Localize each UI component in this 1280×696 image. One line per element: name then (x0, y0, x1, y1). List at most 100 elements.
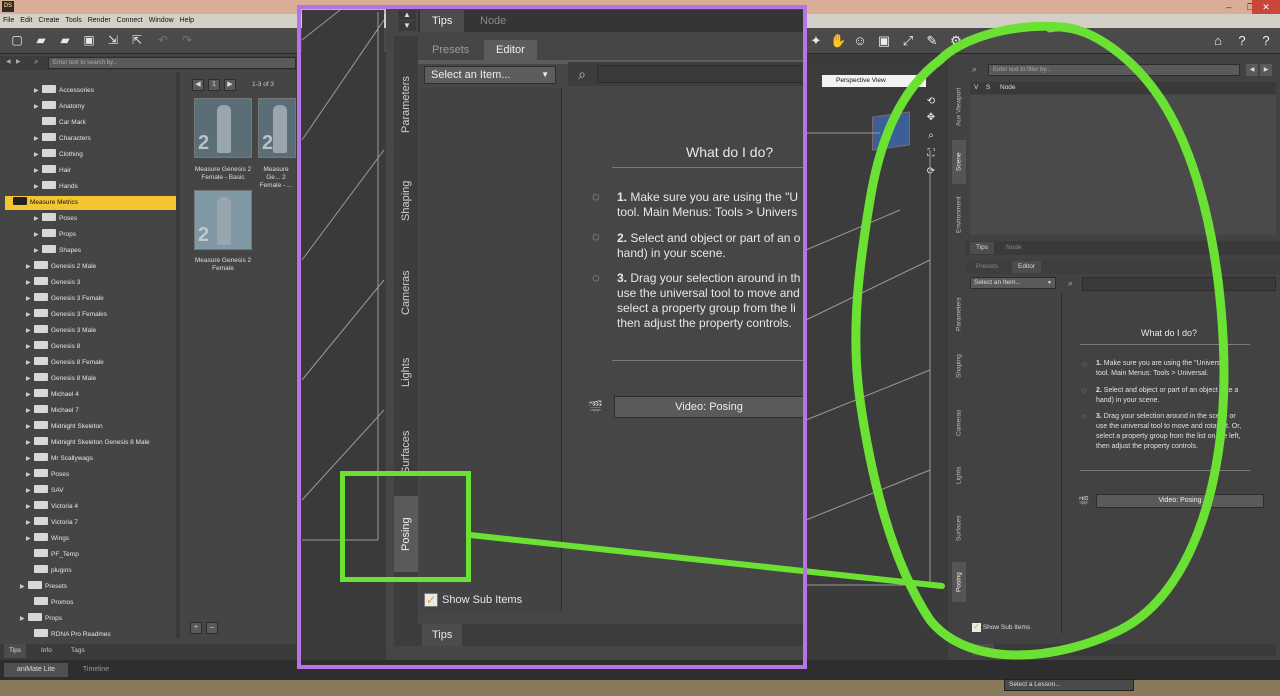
expand-arrow-icon[interactable]: ▶ (26, 404, 34, 418)
tree-item[interactable]: ▶ Midnight Skeleton Genesis 8 Male (26, 436, 150, 450)
expand-arrow-icon[interactable]: ▶ (26, 500, 34, 514)
tree-item[interactable]: ▶ Mr Scallywags (26, 452, 93, 466)
tree-item[interactable]: Promos (26, 596, 73, 610)
open-folder-icon[interactable]: ▰ (34, 33, 48, 47)
tab-posing[interactable]: Posing (394, 496, 418, 572)
tree-item[interactable]: ▶ Props (34, 228, 76, 242)
tab-lights[interactable]: Lights (394, 340, 418, 404)
import-icon[interactable]: ⇲ (106, 33, 120, 47)
tab-tips-bottom[interactable]: Tips (972, 644, 995, 656)
menu-file[interactable]: File (0, 14, 17, 28)
tree-item[interactable]: ▶ Genesis 2 Male (26, 260, 96, 274)
expand-arrow-icon[interactable]: ▶ (26, 388, 34, 402)
filter-next-icon[interactable]: ▶ (1260, 64, 1272, 76)
node-weight-icon[interactable]: ✦ (808, 33, 824, 49)
undo-icon[interactable]: ↶ (156, 33, 170, 47)
perspective-view-button[interactable]: Perspective View (822, 75, 926, 87)
export-icon[interactable]: ⇱ (130, 33, 144, 47)
pan-icon[interactable]: ✥ (925, 112, 937, 124)
filter-prev-icon[interactable]: ◀ (1246, 64, 1258, 76)
menu-create[interactable]: Create (35, 14, 62, 28)
scroll-up-icon[interactable]: ▲ (398, 10, 416, 20)
tree-item[interactable]: ▶ Genesis 3 (26, 276, 80, 290)
gear-icon[interactable]: ⚙ (948, 33, 964, 49)
tree-item[interactable]: ▶ Victoria 7 (26, 516, 78, 530)
tree-item[interactable]: ▶ Genesis 8 Female (26, 356, 104, 370)
expand-arrow-icon[interactable]: ▶ (26, 420, 34, 434)
tree-item[interactable]: ▶ Victoria 4 (26, 500, 78, 514)
tree-item[interactable]: ▶ Hands (34, 180, 78, 194)
scene-node-list[interactable] (970, 95, 1276, 235)
tab-tips[interactable]: Tips (4, 644, 27, 658)
tab-surfaces[interactable]: Surfaces (394, 412, 418, 492)
tab-editor[interactable]: Editor (484, 40, 537, 60)
menu-window[interactable]: Window (146, 14, 177, 28)
tree-item[interactable]: ▶ Genesis 3 Male (26, 324, 96, 338)
tab-cameras[interactable]: Cameras (394, 252, 418, 334)
orbit-icon[interactable]: ⟲ (925, 96, 937, 108)
region-nav-icon[interactable]: ⤢ (900, 33, 916, 49)
tab-tips-bottom[interactable]: Tips (422, 624, 463, 646)
tree-item[interactable]: Measure Metrics (5, 196, 176, 210)
home-icon[interactable]: ⌂ (1210, 33, 1226, 49)
tab-shaping[interactable]: Shaping (394, 160, 418, 242)
tree-scrollbar[interactable] (176, 72, 180, 638)
tab-shaping[interactable]: Shaping (952, 346, 966, 386)
thumbnail-measure-2[interactable]: 2 (258, 98, 296, 158)
property-group-list[interactable] (420, 88, 562, 612)
thumbnail-measure-basic[interactable]: 2 (194, 98, 252, 158)
whats-this-icon[interactable]: ? (1234, 33, 1250, 49)
figure-pose-icon[interactable]: ☺ (852, 33, 868, 49)
page-next-button[interactable]: ▶ (224, 79, 236, 91)
tree-item[interactable]: ▶ Genesis 8 Male (26, 372, 96, 386)
tab-editor[interactable]: Editor (1012, 261, 1041, 273)
frame-icon[interactable]: ⛶ (925, 148, 937, 160)
tab-info[interactable]: Info (36, 644, 57, 658)
expand-arrow-icon[interactable]: ▶ (34, 164, 42, 178)
tree-item[interactable]: ▶ Midnight Skeleton (26, 420, 103, 434)
expand-arrow-icon[interactable]: ▶ (34, 228, 42, 242)
tree-item[interactable]: ▶ SAV (26, 484, 64, 498)
tab-scene[interactable]: Scene (952, 140, 966, 184)
expand-arrow-icon[interactable]: ▶ (26, 452, 34, 466)
tree-item[interactable]: ▶ Shapes (34, 244, 81, 258)
tree-item[interactable]: Car Mark (34, 116, 86, 130)
show-sub-items-checkbox[interactable]: ✓ Show Sub Items (424, 593, 522, 607)
expand-arrow-icon[interactable]: ▶ (26, 532, 34, 546)
redo-icon[interactable]: ↷ (180, 33, 194, 47)
tab-parameters[interactable]: Parameters (394, 62, 418, 148)
menu-connect[interactable]: Connect (114, 14, 146, 28)
expand-arrow-icon[interactable]: ▶ (34, 84, 42, 98)
minimize-button[interactable]: – (1218, 0, 1240, 14)
expand-arrow-icon[interactable]: ▶ (26, 436, 34, 450)
tab-aux-viewport[interactable]: Aux Viewport (952, 76, 966, 138)
tree-item[interactable]: ▶ Wings (26, 532, 69, 546)
tree-item[interactable]: ▶ Genesis 3 Females (26, 308, 107, 322)
lesson-select-dropdown[interactable]: Select a Lesson... (1004, 679, 1134, 691)
reset-view-icon[interactable]: ⟳ (925, 166, 937, 178)
scene-filter-input[interactable]: Enter text to filter by... (988, 64, 1240, 76)
property-group-list[interactable] (968, 292, 1062, 634)
expand-arrow-icon[interactable]: ▶ (26, 484, 34, 498)
tree-item[interactable]: ▶ Hair (34, 164, 71, 178)
tab-tips[interactable]: Tips (420, 10, 465, 32)
merge-folder-icon[interactable]: ▰ (58, 33, 72, 47)
save-icon[interactable]: ▣ (82, 33, 96, 47)
tree-item[interactable]: ▶ Characters (34, 132, 91, 146)
tab-node[interactable]: Node (1000, 242, 1028, 254)
property-search-input[interactable] (1082, 277, 1276, 291)
expand-arrow-icon[interactable]: ▶ (34, 148, 42, 162)
menu-help[interactable]: Help (177, 14, 197, 28)
forward-icon[interactable]: ▶ (16, 58, 21, 65)
tab-surfaces[interactable]: Surfaces (952, 506, 966, 550)
view-cube[interactable] (872, 111, 910, 151)
expand-arrow-icon[interactable]: ▶ (20, 612, 28, 626)
expand-arrow-icon[interactable]: ▶ (26, 276, 34, 290)
tree-item[interactable]: ▶ Genesis 8 (26, 340, 80, 354)
show-sub-items-checkbox[interactable]: ✓ Show Sub Items (972, 623, 1030, 632)
new-scene-icon[interactable]: ▢ (10, 33, 24, 47)
tab-tips[interactable]: Tips (970, 242, 995, 254)
expand-arrow-icon[interactable]: ▶ (26, 308, 34, 322)
tab-posing[interactable]: Posing (952, 562, 966, 602)
tree-item[interactable]: ▶ Michael 4 (26, 388, 79, 402)
